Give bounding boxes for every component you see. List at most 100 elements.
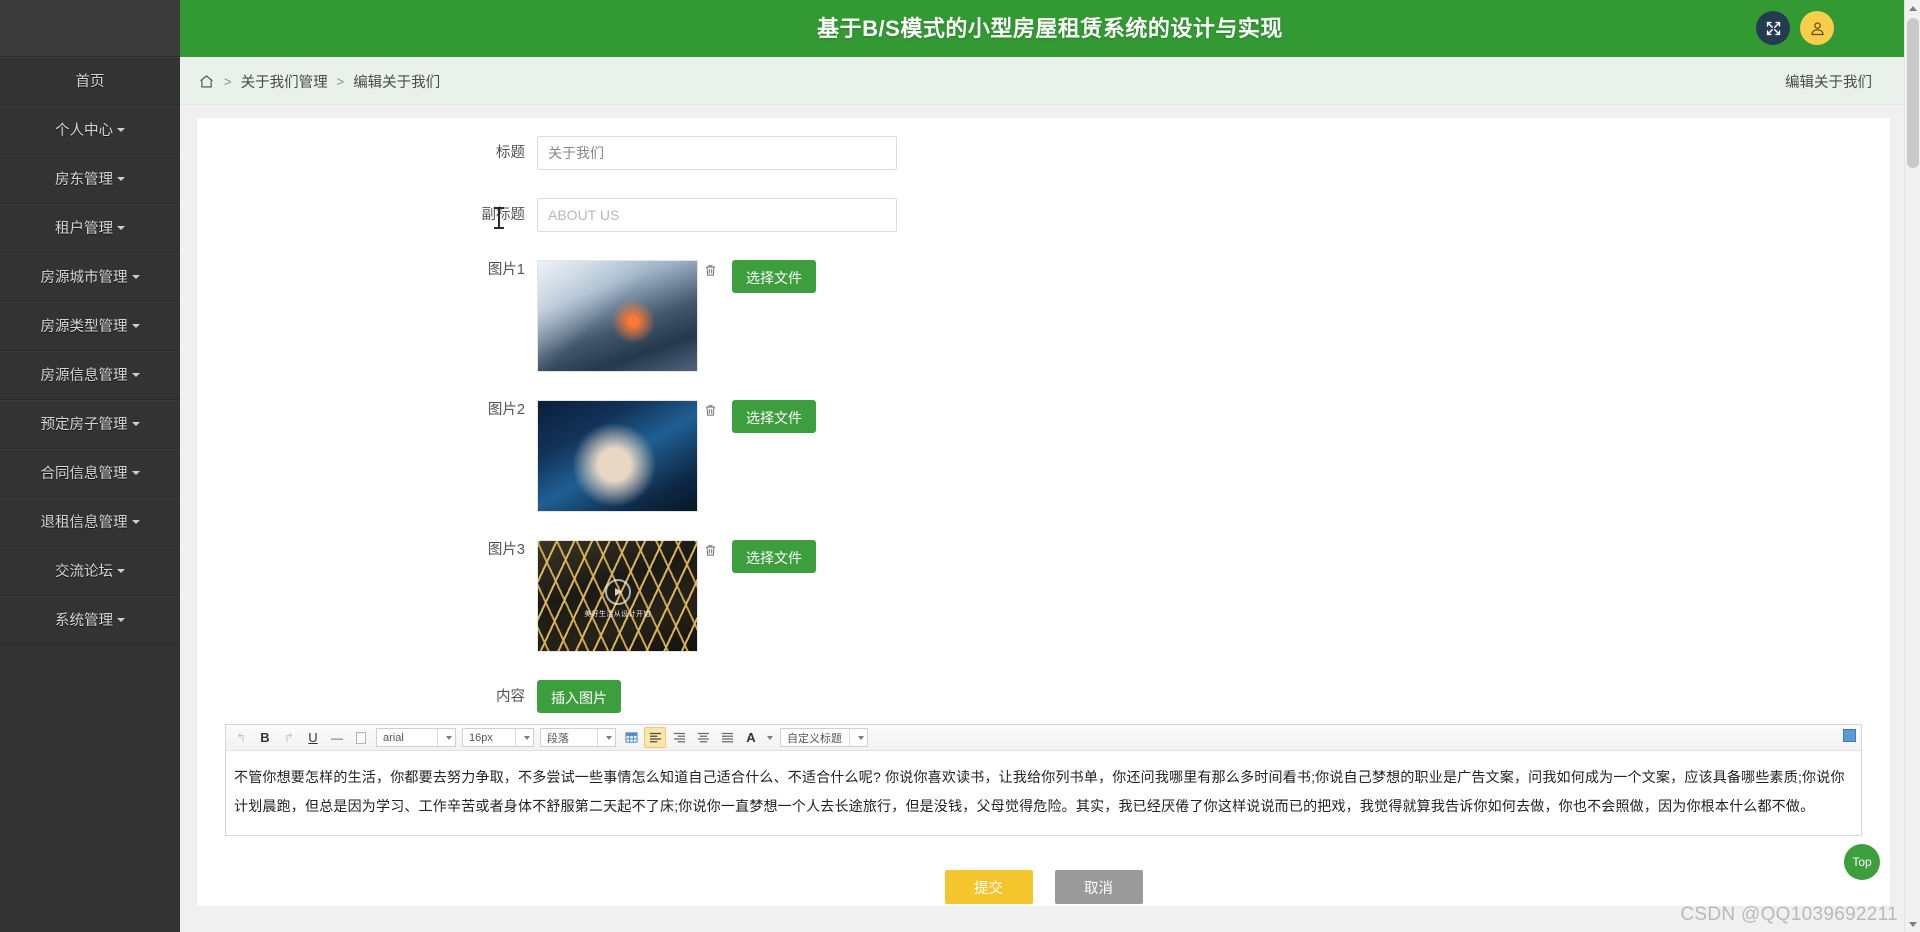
redo-icon[interactable]: ↱ bbox=[278, 727, 300, 748]
sidebar: 首页 个人中心 房东管理 租户管理 房源城市管理 房源类型管理 房源信息管理 预… bbox=[0, 0, 180, 932]
title-input[interactable] bbox=[537, 136, 897, 170]
image3-delete-icon[interactable] bbox=[698, 538, 722, 562]
align-center-icon[interactable] bbox=[692, 727, 714, 748]
breadcrumb-item-edit-about[interactable]: 编辑关于我们 bbox=[353, 71, 440, 92]
image1-thumb-wrap bbox=[537, 260, 715, 372]
maximize-icon[interactable] bbox=[1843, 729, 1856, 742]
image3-caption: 美好生活从设计开始 bbox=[584, 611, 651, 619]
editor-content[interactable]: 不管你想要怎样的生活，你都要去努力争取，不多尝试一些事情怎么知道自己适合什么、不… bbox=[226, 751, 1861, 835]
page-title: 基于B/S模式的小型房屋租赁系统的设计与实现 bbox=[817, 16, 1283, 41]
sidebar-item-landlord[interactable]: 房东管理 bbox=[0, 155, 180, 204]
page-break-icon[interactable] bbox=[350, 727, 372, 748]
title-label: 标题 bbox=[496, 145, 525, 161]
back-to-top-button[interactable]: Top bbox=[1844, 844, 1880, 880]
insert-image-button[interactable]: 插入图片 bbox=[537, 680, 621, 713]
sidebar-item-label: 退租信息管理 bbox=[40, 515, 128, 531]
breadcrumb-right-label: 编辑关于我们 bbox=[1785, 74, 1872, 91]
underline-icon[interactable]: U bbox=[302, 727, 324, 748]
sidebar-item-label: 交流论坛 bbox=[55, 564, 113, 580]
text-color-dropdown-icon[interactable] bbox=[764, 727, 776, 748]
bold-icon[interactable]: B bbox=[254, 727, 276, 748]
image3-choose-file-button[interactable]: 选择文件 bbox=[732, 540, 816, 573]
image1-label: 图片1 bbox=[487, 262, 525, 278]
image2-label: 图片2 bbox=[487, 402, 525, 418]
image2-choose-file-button[interactable]: 选择文件 bbox=[732, 400, 816, 433]
font-size-select[interactable]: 16px bbox=[462, 728, 534, 747]
sidebar-item-forum[interactable]: 交流论坛 bbox=[0, 547, 180, 596]
admin-page: 首页 个人中心 房东管理 租户管理 房源城市管理 房源类型管理 房源信息管理 预… bbox=[0, 0, 1920, 932]
submit-button[interactable]: 提交 bbox=[944, 870, 1033, 904]
content-area: 标题 副标题 图片1 bbox=[180, 105, 1920, 932]
chevron-down-icon bbox=[131, 520, 140, 525]
header-actions bbox=[1756, 11, 1834, 45]
font-size-value: 16px bbox=[469, 731, 493, 744]
about-form: 标题 副标题 图片1 bbox=[197, 118, 1890, 904]
cancel-button[interactable]: 取消 bbox=[1054, 870, 1143, 904]
image3-thumb-wrap: 美好生活从设计开始 bbox=[537, 540, 715, 652]
rich-text-editor: ↰ B ↱ U — arial 16px 段落 A 自定义标题 不管你想要怎样的… bbox=[225, 724, 1862, 836]
chevron-down-icon bbox=[524, 735, 530, 740]
image2-delete-icon[interactable] bbox=[698, 398, 722, 422]
horizontal-rule-icon[interactable]: — bbox=[326, 727, 348, 748]
font-family-value: arial bbox=[383, 731, 404, 744]
form-row-content: 内容 插入图片 bbox=[197, 680, 1890, 714]
sidebar-item-house-city[interactable]: 房源城市管理 bbox=[0, 253, 180, 302]
subtitle-label: 副标题 bbox=[481, 207, 526, 223]
breadcrumb: > 关于我们管理 > 编辑关于我们 bbox=[198, 57, 440, 105]
form-row-image1: 图片1 选择文件 bbox=[197, 260, 1890, 372]
sidebar-item-label: 预定房子管理 bbox=[40, 417, 128, 433]
paragraph-value: 段落 bbox=[547, 732, 569, 745]
sidebar-item-house-type[interactable]: 房源类型管理 bbox=[0, 302, 180, 351]
sidebar-item-label: 房源类型管理 bbox=[40, 319, 128, 335]
breadcrumb-item-about-manage[interactable]: 关于我们管理 bbox=[241, 71, 328, 92]
image1-choose-file-button[interactable]: 选择文件 bbox=[732, 260, 816, 293]
sidebar-item-booking[interactable]: 预定房子管理 bbox=[0, 400, 180, 449]
text-color-icon[interactable]: A bbox=[740, 727, 762, 748]
sidebar-item-label: 房源城市管理 bbox=[40, 270, 128, 286]
sidebar-logo-area bbox=[0, 0, 180, 57]
breadcrumb-separator: > bbox=[336, 73, 345, 89]
breadcrumb-separator: > bbox=[224, 73, 232, 89]
play-icon bbox=[604, 578, 631, 605]
user-avatar-icon[interactable] bbox=[1800, 11, 1834, 45]
sidebar-item-system[interactable]: 系统管理 bbox=[0, 596, 180, 645]
align-left-icon[interactable] bbox=[644, 727, 666, 748]
sidebar-item-personal-center[interactable]: 个人中心 bbox=[0, 106, 180, 155]
chevron-down-icon bbox=[117, 569, 125, 574]
chevron-down-icon bbox=[117, 128, 125, 133]
paragraph-format-select[interactable]: 段落 bbox=[540, 728, 616, 747]
chevron-down-icon bbox=[117, 177, 125, 182]
sidebar-item-checkout[interactable]: 退租信息管理 bbox=[0, 498, 180, 547]
sidebar-item-house-info[interactable]: 房源信息管理 bbox=[0, 351, 180, 400]
sidebar-item-home[interactable]: 首页 bbox=[0, 57, 180, 106]
subtitle-input[interactable] bbox=[537, 198, 897, 232]
home-icon[interactable] bbox=[198, 73, 215, 90]
table-icon[interactable] bbox=[620, 727, 642, 748]
font-family-select[interactable]: arial bbox=[376, 728, 456, 747]
undo-icon[interactable]: ↰ bbox=[230, 727, 252, 748]
chevron-down-icon bbox=[131, 275, 140, 280]
chevron-down-icon bbox=[131, 471, 140, 476]
image2-thumb-wrap bbox=[537, 400, 715, 512]
form-row-image2: 图片2 选择文件 bbox=[197, 400, 1890, 512]
image2-preview bbox=[537, 400, 698, 512]
align-justify-icon[interactable] bbox=[716, 727, 738, 748]
custom-style-select[interactable]: 自定义标题 bbox=[780, 728, 868, 747]
sidebar-item-tenant[interactable]: 租户管理 bbox=[0, 204, 180, 253]
sidebar-item-label: 合同信息管理 bbox=[40, 466, 128, 482]
image1-preview bbox=[537, 260, 698, 372]
sidebar-item-label: 租户管理 bbox=[55, 221, 113, 237]
chevron-down-icon bbox=[131, 373, 140, 378]
align-right-icon[interactable] bbox=[668, 727, 690, 748]
sidebar-item-contract[interactable]: 合同信息管理 bbox=[0, 449, 180, 498]
vertical-scrollbar[interactable] bbox=[1904, 0, 1920, 932]
scroll-down-icon[interactable] bbox=[1905, 916, 1920, 932]
sidebar-item-label: 系统管理 bbox=[55, 613, 113, 629]
chevron-down-icon bbox=[446, 735, 452, 740]
fullscreen-icon[interactable] bbox=[1756, 11, 1790, 45]
scrollbar-thumb[interactable] bbox=[1907, 18, 1919, 168]
scroll-up-icon[interactable] bbox=[1905, 0, 1920, 16]
image1-delete-icon[interactable] bbox=[698, 258, 722, 282]
chevron-down-icon bbox=[117, 618, 125, 623]
form-row-title: 标题 bbox=[197, 136, 1890, 170]
